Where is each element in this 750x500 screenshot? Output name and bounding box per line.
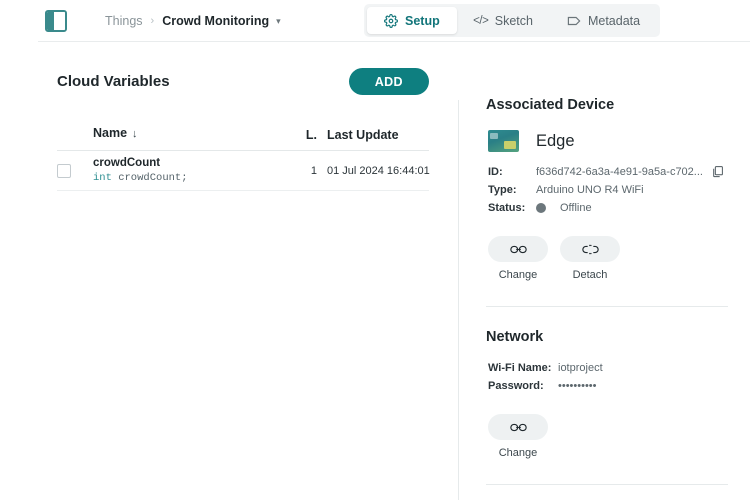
- tab-bar: Setup </> Sketch Metadata: [364, 4, 661, 37]
- table-row[interactable]: crowdCount int crowdCount; 1 01 Jul 2024…: [57, 151, 430, 191]
- device-id-row: ID: f636d742-6a3a-4e91-9a5a-c702...: [486, 165, 750, 178]
- page-title: Cloud Variables: [57, 73, 170, 90]
- row-checkbox-cell: [57, 163, 93, 178]
- device-id-value-wrap: f636d742-6a3a-4e91-9a5a-c702...: [536, 165, 724, 178]
- tag-icon: [567, 14, 581, 28]
- status-indicator-dot: [536, 203, 546, 213]
- panel-icon-left-pane: [47, 12, 54, 30]
- add-variable-button[interactable]: ADD: [348, 68, 429, 95]
- wifi-password-row: Password: ••••••••••: [486, 380, 750, 392]
- network-change-button[interactable]: [488, 414, 548, 440]
- device-change-button[interactable]: [488, 236, 548, 262]
- main-content: Cloud Variables ADD Name ↓ L. Last Update…: [0, 42, 750, 500]
- column-header-name: Name: [93, 126, 128, 140]
- tab-setup[interactable]: Setup: [367, 7, 457, 34]
- gear-icon: [384, 13, 398, 28]
- divider-smart-home: [486, 484, 728, 485]
- row-checkbox[interactable]: [57, 163, 71, 178]
- wifi-name-label: Wi-Fi Name:: [488, 362, 552, 374]
- column-header-last-value[interactable]: L.: [297, 128, 317, 142]
- device-actions: Change Detach: [486, 236, 750, 281]
- divider-network: [486, 306, 728, 307]
- variable-last-update: 01 Jul 2024 16:44:01: [327, 164, 430, 177]
- tab-sketch[interactable]: </> Sketch: [457, 7, 550, 34]
- declaration-type: int: [93, 172, 112, 185]
- sidebar-panel-icon[interactable]: [45, 10, 67, 32]
- device-detach-button[interactable]: [560, 236, 620, 262]
- network-title: Network: [486, 329, 544, 345]
- header-name-cell[interactable]: Name ↓: [93, 124, 297, 142]
- top-bar: Things › Crowd Monitoring ▾ Setup </> Sk…: [0, 0, 750, 42]
- device-detach-action: Detach: [560, 236, 620, 281]
- device-type-label: Type:: [488, 184, 517, 196]
- device-type-row: Type: Arduino UNO R4 WiFi: [486, 184, 750, 196]
- cloud-variables-panel: Cloud Variables ADD Name ↓ L. Last Update…: [0, 42, 458, 500]
- associated-device-title: Associated Device: [486, 97, 615, 113]
- breadcrumb-current-thing[interactable]: Crowd Monitoring: [162, 14, 269, 28]
- status-badge: Offline: [560, 202, 592, 214]
- table-header-row: Name ↓ L. Last Update: [57, 124, 429, 151]
- panel-icon-right-pane: [54, 12, 65, 30]
- variable-name[interactable]: crowdCount: [93, 155, 297, 172]
- sort-descending-icon[interactable]: ↓: [132, 128, 138, 140]
- cloud-variables-header: Cloud Variables ADD: [57, 68, 429, 95]
- device-id-value: f636d742-6a3a-4e91-9a5a-c702...: [536, 165, 703, 178]
- arduino-board-icon: [488, 130, 519, 152]
- tab-sketch-label: Sketch: [494, 13, 533, 28]
- copy-icon[interactable]: [711, 165, 724, 178]
- device-status-label: Status:: [488, 202, 526, 214]
- code-icon: </>: [473, 14, 489, 27]
- variable-declaration: int crowdCount;: [93, 171, 297, 186]
- breadcrumb: Things › Crowd Monitoring ▾: [105, 14, 281, 28]
- tab-metadata[interactable]: Metadata: [550, 7, 657, 34]
- breadcrumb-things[interactable]: Things: [105, 14, 143, 28]
- device-change-label: Change: [498, 269, 538, 281]
- device-type-value: Arduino UNO R4 WiFi: [536, 184, 644, 196]
- device-summary: Edge: [486, 130, 750, 152]
- device-status-row: Status: Offline: [486, 202, 750, 214]
- device-detach-label: Detach: [572, 269, 608, 281]
- wifi-name-row: Wi-Fi Name: iotproject: [486, 362, 750, 374]
- breadcrumb-separator-icon: ›: [150, 15, 155, 27]
- wifi-name-value: iotproject: [558, 362, 603, 374]
- network-change-label: Change: [498, 447, 538, 459]
- wifi-password-value: ••••••••••: [558, 380, 597, 392]
- column-header-last-update[interactable]: Last Update: [317, 128, 429, 142]
- network-actions: Change: [486, 414, 750, 459]
- chevron-down-icon[interactable]: ▾: [276, 16, 281, 27]
- device-id-label: ID:: [488, 165, 503, 178]
- network-change-action: Change: [488, 414, 548, 459]
- variables-table: Name ↓ L. Last Update crowdCount int crow…: [57, 124, 430, 191]
- device-name: Edge: [536, 131, 575, 150]
- declaration-rest: crowdCount;: [111, 172, 188, 185]
- tab-setup-label: Setup: [405, 13, 440, 28]
- device-change-action: Change: [488, 236, 548, 281]
- tab-metadata-label: Metadata: [587, 13, 641, 28]
- wifi-password-label: Password:: [488, 380, 544, 392]
- variable-last-value: 1: [310, 164, 317, 177]
- device-status-value-wrap: Offline: [536, 202, 592, 214]
- device-details-panel: Associated Device Edge ID: f636d742-6a3a…: [459, 42, 750, 500]
- row-name-cell: crowdCount int crowdCount;: [93, 155, 297, 187]
